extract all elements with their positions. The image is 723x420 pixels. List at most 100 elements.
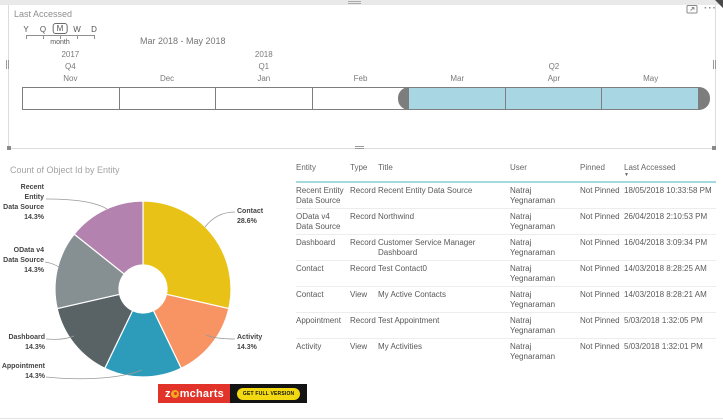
cell-title: My Active Contacts — [378, 290, 447, 299]
cell-entity: Activity — [296, 342, 322, 351]
cell-entity: OData v4 Data Source — [296, 212, 341, 231]
cell-pinned: Not Pinned — [580, 264, 620, 273]
table-row[interactable]: Activity View My Activities Natraj Yegnaram… — [296, 338, 716, 364]
timeline-month-cell-mar[interactable] — [408, 87, 506, 110]
timeline-month-labels: Nov Dec Jan Feb Mar Apr May — [22, 74, 699, 83]
slice-label-activity: Activity 14.3% — [237, 334, 263, 351]
timeline-year-label: 2018 — [254, 50, 273, 59]
resize-grip-right-icon[interactable] — [713, 60, 716, 69]
timeline-month-cell-may[interactable] — [601, 87, 700, 110]
cell-user: Natraj Yegnaraman — [510, 264, 556, 283]
zoomcharts-key-icon — [171, 389, 180, 398]
get-full-version-button[interactable]: GET FULL VERSION — [236, 387, 301, 400]
timeline-month-cell-feb[interactable] — [311, 87, 410, 110]
cell-type: Record — [350, 238, 376, 247]
cell-pinned: Not Pinned — [580, 186, 620, 195]
slice-label-contact: Contact 28.6% — [237, 208, 264, 225]
table-row[interactable]: Recent Entity Data Source Record Recent En… — [296, 183, 716, 208]
slice-label-odata: OData v4 Data Source 14.3% — [3, 247, 44, 274]
selection-handle-right[interactable] — [699, 87, 710, 110]
cell-type: Record — [350, 264, 376, 273]
timeline-month-cell-apr[interactable] — [504, 87, 603, 110]
cell-last_accessed: 5/03/2018 1:32:05 PM — [624, 316, 703, 325]
cell-pinned: Not Pinned — [580, 316, 620, 325]
timeline-month-cell-dec[interactable] — [118, 87, 217, 110]
cell-title: Test Contact0 — [378, 264, 427, 273]
zoomcharts-logo: z mcharts — [158, 384, 230, 403]
cell-user: Natraj Yegnaraman — [510, 290, 556, 309]
table-header-row: Entity Type Title User Pinned Last Accessed ▼ — [296, 163, 716, 183]
resize-corner-right-icon[interactable] — [712, 146, 716, 150]
zoomcharts-branding[interactable]: z mcharts GET FULL VERSION — [158, 384, 308, 403]
timeline-month-cell-jan[interactable] — [215, 87, 313, 110]
timeline-month-label: Mar — [450, 74, 465, 83]
cell-last_accessed: 14/03/2018 8:28:21 AM — [624, 290, 707, 299]
report-canvas: ··· Last Accessed Y Q Mmonth W D Mar 2018 - … — [0, 0, 723, 420]
cell-user: Natraj Yegnaraman — [510, 342, 556, 361]
cell-user: Natraj Yegnaraman — [510, 212, 556, 231]
slice-label-recent-entity: Recent Entity Data Source 14.3% — [3, 184, 44, 221]
period-button-w[interactable]: W — [73, 25, 81, 34]
cell-last_accessed: 14/03/2018 8:28:25 AM — [624, 264, 707, 273]
table-visual: Entity Type Title User Pinned Last Accessed ▼ … — [296, 163, 716, 364]
cell-user: Natraj Yegnaraman — [510, 316, 556, 335]
timeline-month-label: Nov — [63, 74, 78, 83]
cell-last_accessed: 5/03/2018 1:32:01 PM — [624, 342, 703, 351]
table-row[interactable]: Contact View My Active Contacts Natraj Yegn… — [296, 286, 716, 312]
column-header-type[interactable]: Type — [350, 163, 376, 178]
get-full-version-container: GET FULL VERSION — [229, 384, 308, 403]
timeline-grid: Nov Dec Jan Feb Mar Apr May 2017 2018 Q4 Q1 Q2 — [22, 50, 710, 112]
column-header-entity[interactable]: Entity — [296, 163, 348, 178]
cell-type: Record — [350, 212, 376, 221]
drag-grip-icon[interactable] — [348, 1, 361, 4]
column-header-pinned[interactable]: Pinned — [580, 163, 622, 178]
cell-entity: Contact — [296, 290, 324, 299]
cell-title: My Activities — [378, 342, 423, 351]
timeline-cells — [22, 87, 700, 110]
focus-mode-icon[interactable] — [686, 4, 698, 14]
timeline-month-label: Dec — [159, 74, 175, 83]
cell-title: Recent Entity Data Source — [378, 186, 473, 195]
visual-frame-left — [8, 5, 9, 148]
timeline-quarter-label: Q4 — [65, 62, 76, 71]
period-button-m[interactable]: M — [52, 23, 68, 34]
timeline-quarter-label: Q1 — [258, 62, 270, 71]
period-button-y[interactable]: Y — [23, 25, 28, 34]
resize-grip-left-icon[interactable] — [6, 60, 9, 69]
resize-grip-bottom-icon[interactable] — [355, 146, 364, 149]
timeline-month-label: May — [643, 74, 659, 83]
sort-descending-icon[interactable]: ▼ — [624, 173, 716, 178]
table-row[interactable]: Contact Record Test Contact0 Natraj Yegnara… — [296, 260, 716, 286]
column-header-user[interactable]: User — [510, 163, 578, 178]
table-row[interactable]: Dashboard Record Customer Service Manager … — [296, 234, 716, 260]
period-button-d[interactable]: D — [91, 25, 97, 34]
column-header-title[interactable]: Title — [378, 163, 508, 178]
page-bottom-edge — [0, 418, 723, 419]
cell-entity: Recent Entity Data Source — [296, 186, 344, 205]
slice-label-dashboard: Dashboard 14.3% — [8, 334, 45, 351]
period-button-q[interactable]: Q — [40, 25, 46, 34]
slice-label-appointment: Appointment 14.3% — [1, 363, 45, 380]
cell-pinned: Not Pinned — [580, 342, 620, 351]
cell-last_accessed: 18/05/2018 10:33:58 PM — [624, 186, 712, 195]
timeline-quarter-label: Q2 — [548, 62, 560, 71]
cell-type: Record — [350, 316, 376, 325]
timeline-month-label: Jan — [257, 74, 271, 83]
cell-entity: Dashboard — [296, 238, 336, 247]
table-row[interactable]: Appointment Record Test Appointment Natraj … — [296, 312, 716, 338]
resize-corner-left-icon[interactable] — [7, 146, 11, 150]
timeline-month-cell-nov[interactable] — [22, 87, 120, 110]
timeline-title: Last Accessed — [14, 9, 73, 19]
cell-last_accessed: 26/04/2018 2:10:53 PM — [624, 212, 708, 221]
cell-type: View — [350, 290, 368, 299]
cell-title: Northwind — [378, 212, 415, 221]
selected-period-label: month — [50, 39, 70, 46]
column-header-last-accessed[interactable]: Last Accessed ▼ — [624, 163, 716, 178]
cell-user: Natraj Yegnaraman — [510, 238, 556, 257]
cell-pinned: Not Pinned — [580, 290, 620, 299]
timeline-month-label: Apr — [547, 74, 561, 83]
donut-slice-contact[interactable] — [142, 200, 232, 310]
cell-last_accessed: 16/04/2018 3:09:34 PM — [624, 238, 708, 247]
table-row[interactable]: OData v4 Data Source Record Northwind Natra… — [296, 208, 716, 234]
period-tick — [26, 35, 27, 39]
